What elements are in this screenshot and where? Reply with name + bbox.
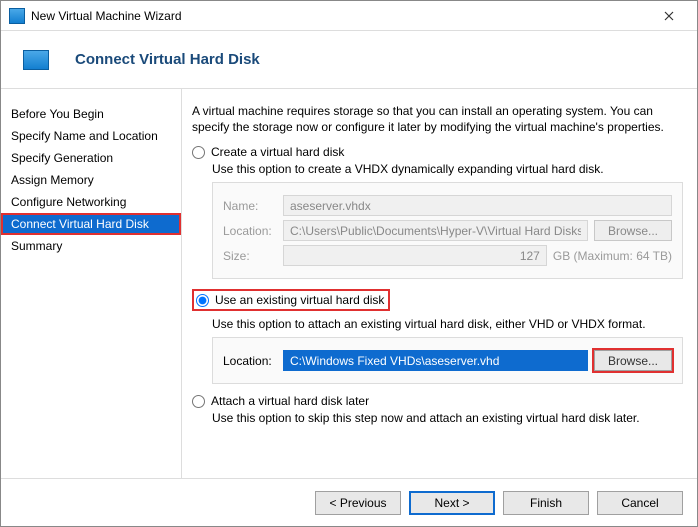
next-button[interactable]: Next > [409, 491, 495, 515]
existing-loc-input[interactable] [283, 350, 588, 371]
radio-existing-vhd[interactable]: Use an existing virtual hard disk [192, 289, 390, 311]
main-panel: A virtual machine requires storage so th… [181, 89, 697, 478]
create-browse-button: Browse... [594, 220, 672, 241]
page-title: Connect Virtual Hard Disk [75, 51, 260, 68]
create-name-label: Name: [223, 199, 283, 213]
sidebar-item-specify-name[interactable]: Specify Name and Location [1, 125, 181, 147]
cancel-button[interactable]: Cancel [597, 491, 683, 515]
sidebar-item-before-you-begin[interactable]: Before You Begin [1, 103, 181, 125]
footer: < Previous Next > Finish Cancel [1, 478, 697, 526]
sidebar-item-configure-networking[interactable]: Configure Networking [1, 191, 181, 213]
sidebar: Before You Begin Specify Name and Locati… [1, 89, 181, 478]
option-existing: Use an existing virtual hard disk Use th… [192, 289, 683, 384]
existing-panel: Location: Browse... [212, 337, 683, 384]
wizard-window: New Virtual Machine Wizard Connect Virtu… [0, 0, 698, 527]
create-size-unit: GB (Maximum: 64 TB) [553, 249, 672, 263]
later-desc: Use this option to skip this step now an… [212, 411, 683, 425]
radio-later-input[interactable] [192, 395, 205, 408]
create-name-input [283, 195, 672, 216]
previous-button[interactable]: < Previous [315, 491, 401, 515]
option-later: Attach a virtual hard disk later Use thi… [192, 394, 683, 425]
radio-existing-label: Use an existing virtual hard disk [215, 293, 384, 307]
create-size-input [283, 245, 547, 266]
header-band: Connect Virtual Hard Disk [1, 31, 697, 89]
existing-desc: Use this option to attach an existing vi… [212, 317, 683, 331]
create-panel: Name: Location: Browse... Size: GB (Maxi… [212, 182, 683, 279]
finish-button[interactable]: Finish [503, 491, 589, 515]
create-desc: Use this option to create a VHDX dynamic… [212, 162, 683, 176]
radio-later-label: Attach a virtual hard disk later [211, 394, 369, 408]
option-create: Create a virtual hard disk Use this opti… [192, 145, 683, 279]
body: Before You Begin Specify Name and Locati… [1, 89, 697, 478]
window-title: New Virtual Machine Wizard [31, 9, 649, 23]
create-loc-input [283, 220, 588, 241]
sidebar-item-assign-memory[interactable]: Assign Memory [1, 169, 181, 191]
sidebar-item-specify-generation[interactable]: Specify Generation [1, 147, 181, 169]
create-size-label: Size: [223, 249, 283, 263]
radio-existing-input[interactable] [196, 294, 209, 307]
close-icon[interactable] [649, 2, 689, 30]
radio-create-label: Create a virtual hard disk [211, 145, 344, 159]
radio-create-vhd[interactable]: Create a virtual hard disk [192, 145, 683, 159]
app-icon [9, 8, 25, 24]
existing-loc-label: Location: [223, 354, 283, 368]
existing-browse-button[interactable]: Browse... [594, 350, 672, 371]
sidebar-item-summary[interactable]: Summary [1, 235, 181, 257]
radio-create-input[interactable] [192, 146, 205, 159]
sidebar-item-connect-vhd[interactable]: Connect Virtual Hard Disk [1, 213, 181, 235]
intro-text: A virtual machine requires storage so th… [192, 103, 683, 135]
titlebar: New Virtual Machine Wizard [1, 1, 697, 31]
radio-later[interactable]: Attach a virtual hard disk later [192, 394, 683, 408]
create-loc-label: Location: [223, 224, 283, 238]
wizard-icon [23, 50, 49, 70]
